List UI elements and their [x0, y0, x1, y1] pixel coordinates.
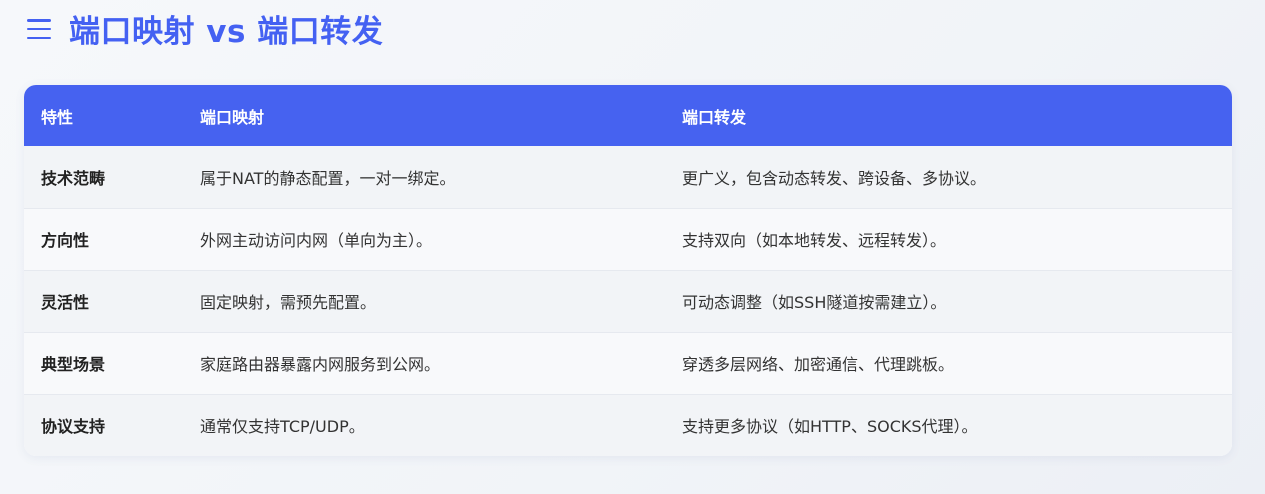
- port-mapping-cell: 家庭路由器暴露内网服务到公网。: [200, 355, 441, 374]
- port-mapping-cell: 通常仅支持TCP/UDP。: [200, 417, 365, 437]
- menu-icon-bar: [27, 19, 51, 22]
- menu-icon-bar: [27, 27, 51, 31]
- table-row: 典型场景 家庭路由器暴露内网服务到公网。 穿透多层网络、加密通信、代理跳板。: [24, 332, 1232, 394]
- menu-icon-bar: [27, 36, 51, 39]
- port-mapping-cell: 属于NAT的静态配置，一对一绑定。: [200, 168, 456, 188]
- port-forwarding-cell: 更广义，包含动态转发、跨设备、多协议。: [682, 168, 987, 188]
- row-feature-cell: 方向性: [41, 231, 90, 250]
- table-row: 灵活性 固定映射，需预先配置。 可动态调整（如SSH隧道按需建立）。: [24, 270, 1232, 332]
- table-header-row: 特性 端口映射 端口转发: [24, 85, 1232, 146]
- row-feature-cell: 典型场景: [41, 355, 106, 374]
- page-header: 端口映射 vs 端口转发: [27, 8, 384, 50]
- port-mapping-cell: 外网主动访问内网（单向为主）。: [200, 231, 433, 250]
- page-title: 端口映射 vs 端口转发: [69, 13, 384, 50]
- row-feature-cell: 技术范畴: [41, 168, 106, 188]
- menu-icon[interactable]: [27, 19, 51, 39]
- table-row: 方向性 外网主动访问内网（单向为主）。 支持双向（如本地转发、远程转发）。: [24, 208, 1232, 270]
- comparison-table: 特性 端口映射 端口转发 技术范畴 属于NAT的静态配置，一对一绑定。 更广义，…: [24, 85, 1232, 456]
- column-header-port-mapping: 端口映射: [200, 107, 265, 127]
- column-header-port-forwarding: 端口转发: [682, 107, 747, 127]
- row-feature-cell: 协议支持: [41, 417, 106, 437]
- port-forwarding-cell: 支持双向（如本地转发、远程转发）。: [682, 231, 947, 250]
- port-forwarding-cell: 穿透多层网络、加密通信、代理跳板。: [682, 355, 955, 374]
- port-forwarding-cell: 可动态调整（如SSH隧道按需建立）。: [682, 293, 947, 312]
- column-header-feature: 特性: [41, 107, 74, 127]
- comparison-table-card: 特性 端口映射 端口转发 技术范畴 属于NAT的静态配置，一对一绑定。 更广义，…: [24, 85, 1232, 456]
- row-feature-cell: 灵活性: [41, 293, 90, 312]
- table-row: 协议支持 通常仅支持TCP/UDP。 支持更多协议（如HTTP、SOCKS代理）…: [24, 394, 1232, 456]
- port-forwarding-cell: 支持更多协议（如HTTP、SOCKS代理）。: [682, 417, 978, 437]
- table-row: 技术范畴 属于NAT的静态配置，一对一绑定。 更广义，包含动态转发、跨设备、多协…: [24, 146, 1232, 208]
- port-mapping-cell: 固定映射，需预先配置。: [200, 293, 377, 312]
